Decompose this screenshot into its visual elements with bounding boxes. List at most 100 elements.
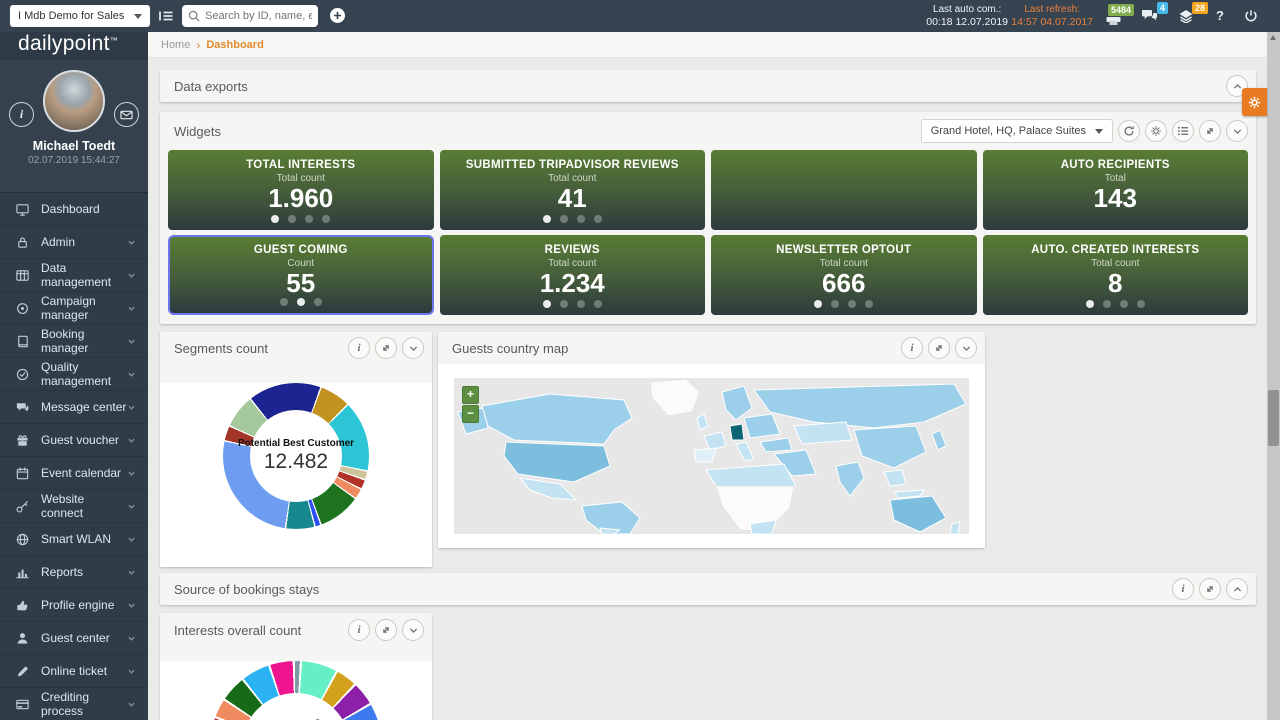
sidebar-toggle-icon[interactable] (158, 8, 174, 24)
pager-dot[interactable] (577, 215, 585, 223)
sidebar-item-admin[interactable]: Admin (0, 226, 148, 259)
tile-title: AUTO RECIPIENTS (983, 159, 1249, 171)
widget-tile-empty[interactable] (711, 150, 977, 230)
sidebar-item-quality-management[interactable]: Quality management (0, 358, 148, 391)
sidebar-item-profile-engine[interactable]: Profile engine (0, 589, 148, 622)
profile-mail-button[interactable] (114, 102, 139, 127)
map-collapse-button[interactable] (955, 337, 977, 359)
sidebar-item-website-connect[interactable]: Website connect (0, 490, 148, 523)
pager-dot[interactable] (543, 215, 551, 223)
logout-button[interactable] (1244, 9, 1258, 23)
widgets-expand-button[interactable] (1199, 120, 1221, 142)
sidebar-item-guest-voucher[interactable]: Guest voucher (0, 424, 148, 457)
widgets-refresh-button[interactable] (1118, 120, 1140, 142)
pager-dot[interactable] (1086, 300, 1094, 308)
chevron-up-icon (1232, 81, 1243, 92)
interests-donut-chart[interactable]: Beach (210, 661, 382, 720)
map-expand-button[interactable] (928, 337, 950, 359)
map-zoom-in-button[interactable]: + (462, 386, 479, 404)
sidebar-item-booking-manager[interactable]: Booking manager (0, 325, 148, 358)
pager-dot[interactable] (865, 300, 873, 308)
pager-dot[interactable] (560, 215, 568, 223)
page-scrollbar[interactable] (1267, 32, 1280, 720)
sidebar-item-event-calendar[interactable]: Event calendar (0, 457, 148, 490)
sidebar-item-message-center[interactable]: Message center (0, 391, 148, 424)
hotel-selector-dropdown[interactable]: Grand Hotel, HQ, Palace Suites (921, 119, 1113, 143)
pager-dot[interactable] (305, 215, 313, 223)
sidebar-item-reports[interactable]: Reports (0, 556, 148, 589)
widget-tile-auto-recipients[interactable]: AUTO RECIPIENTSTotal143 (983, 150, 1249, 230)
envelope-icon (120, 110, 133, 120)
pager-dot[interactable] (577, 300, 585, 308)
profile-info-button[interactable]: i (9, 102, 34, 127)
segments-donut-chart[interactable]: Potential Best Customer 12.482 (223, 383, 369, 529)
pager-dot[interactable] (297, 298, 305, 306)
add-profile-button[interactable] (330, 8, 345, 23)
segments-info-button[interactable]: i (348, 337, 370, 359)
interests-donut-center (242, 693, 350, 720)
world-map[interactable]: + − (454, 378, 969, 534)
bookings-expand-button[interactable] (1199, 578, 1221, 600)
pager-dot[interactable] (814, 300, 822, 308)
widgets-collapse-button[interactable] (1226, 120, 1248, 142)
widget-tile-guest-coming[interactable]: GUEST COMINGCount55 (168, 235, 434, 315)
print-jobs-button[interactable]: 5484 (1105, 11, 1122, 26)
widget-tile-reviews[interactable]: REVIEWSTotal count1.234 (440, 235, 706, 315)
map-info-button[interactable]: i (901, 337, 923, 359)
scrollbar-thumb[interactable] (1268, 390, 1279, 446)
segments-expand-button[interactable] (375, 337, 397, 359)
pager-dot[interactable] (594, 215, 602, 223)
pager-dot[interactable] (1137, 300, 1145, 308)
pager-dot[interactable] (543, 300, 551, 308)
interests-info-button[interactable]: i (348, 619, 370, 641)
pager-dot[interactable] (831, 300, 839, 308)
org-selector-dropdown[interactable]: I Mdb Demo for Sales (10, 5, 150, 27)
pager-dot[interactable] (1120, 300, 1128, 308)
sidebar-item-smart-wlan[interactable]: Smart WLAN (0, 523, 148, 556)
map-zoom-out-button[interactable]: − (462, 405, 479, 423)
dashboard-settings-button[interactable] (1242, 88, 1267, 116)
scrollbar-up-arrow[interactable] (1270, 35, 1276, 40)
bookings-info-button[interactable]: i (1172, 578, 1194, 600)
sidebar-item-data-management[interactable]: Data management (0, 259, 148, 292)
sidebar-item-crediting-process[interactable]: Crediting process (0, 688, 148, 720)
widget-tile-total-interests[interactable]: TOTAL INTERESTSTotal count1.960 (168, 150, 434, 230)
user-profile: i Michael Toedt 02.07.2019 15:44:27 (0, 60, 148, 192)
pager-dot[interactable] (280, 298, 288, 306)
bookings-collapse-button[interactable] (1226, 578, 1248, 600)
messages-button[interactable]: 4 (1141, 9, 1158, 23)
check-circle-icon (15, 367, 30, 382)
sidebar: dailypoint™ i Michael Toedt 02.07.2019 1… (0, 32, 148, 720)
segments-collapse-button[interactable] (402, 337, 424, 359)
pager-dot[interactable] (1103, 300, 1111, 308)
sidebar-item-guest-center[interactable]: Guest center (0, 622, 148, 655)
pager-dot[interactable] (271, 215, 279, 223)
widget-tile-auto-created-interests[interactable]: AUTO. CREATED INTERESTSTotal count8 (983, 235, 1249, 315)
breadcrumb-home[interactable]: Home (161, 39, 190, 51)
widget-tile-newsletter-optout[interactable]: NEWSLETTER OPTOUTTotal count666 (711, 235, 977, 315)
widgets-list-button[interactable] (1172, 120, 1194, 142)
sidebar-item-online-ticket[interactable]: Online ticket (0, 655, 148, 688)
queue-button[interactable]: 28 (1178, 9, 1194, 23)
pager-dot[interactable] (322, 215, 330, 223)
widget-tile-submitted-tripadvisor-reviews[interactable]: SUBMITTED TRIPADVISOR REVIEWSTotal count… (440, 150, 706, 230)
pager-dot[interactable] (288, 215, 296, 223)
tile-value: 143 (983, 184, 1249, 212)
map-title: Guests country map (452, 341, 568, 356)
pager-dot[interactable] (314, 298, 322, 306)
info-icon: i (357, 342, 360, 354)
search-input[interactable] (205, 10, 312, 22)
help-button[interactable]: ? (1216, 8, 1224, 23)
widgets-settings-button[interactable] (1145, 120, 1167, 142)
pager-dot[interactable] (848, 300, 856, 308)
sidebar-item-label: Data management (41, 261, 127, 289)
map-country-germany (730, 424, 744, 440)
sidebar-item-dashboard[interactable]: Dashboard (0, 193, 148, 226)
pager-dot[interactable] (594, 300, 602, 308)
sidebar-item-campaign-manager[interactable]: Campaign manager (0, 292, 148, 325)
pager-dot[interactable] (560, 300, 568, 308)
avatar[interactable] (43, 70, 105, 132)
interests-collapse-button[interactable] (402, 619, 424, 641)
credit-card-icon (15, 697, 30, 712)
interests-expand-button[interactable] (375, 619, 397, 641)
